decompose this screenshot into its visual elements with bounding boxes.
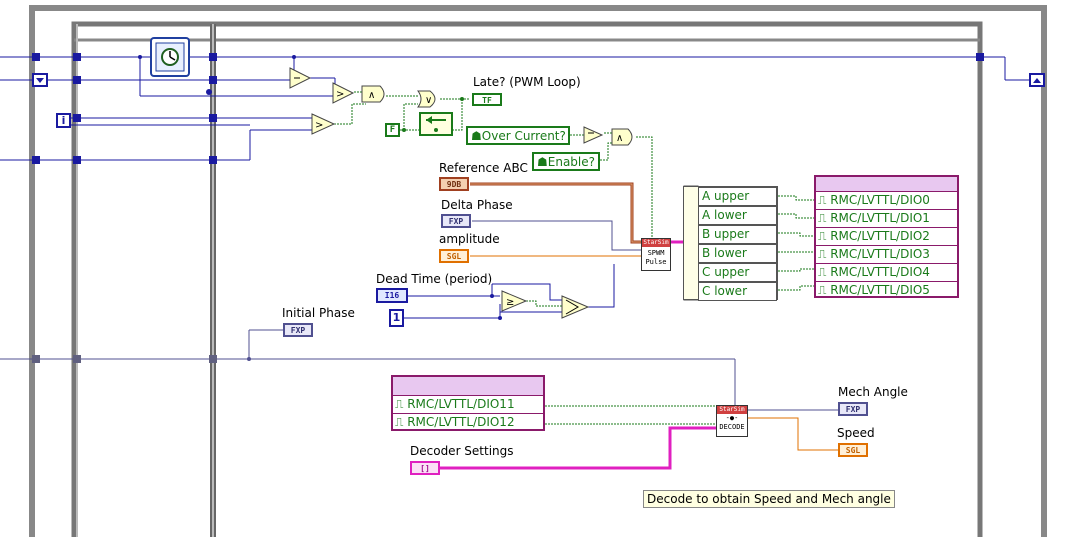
late-indicator[interactable]: TF: [472, 93, 502, 106]
greater-than-node-2-icon[interactable]: >: [311, 113, 336, 135]
initial-phase-indicator[interactable]: FXP: [283, 323, 313, 337]
dio-output-row[interactable]: ⎍ RMC/LVTTL/DIO3: [816, 246, 957, 264]
or-node-icon[interactable]: ∨: [417, 90, 436, 108]
shift-register-right-icon[interactable]: [1029, 73, 1045, 87]
cluster-field: B lower: [698, 244, 777, 263]
svg-text:∧: ∧: [368, 90, 375, 101]
reference-abc-control[interactable]: 9DB: [439, 177, 469, 191]
dio-output-row[interactable]: ⎍ RMC/LVTTL/DIO2: [816, 228, 957, 246]
decoder-settings-control[interactable]: []: [410, 461, 440, 475]
and-node-icon[interactable]: ∧: [361, 85, 385, 103]
dead-time-control[interactable]: I16: [376, 288, 408, 303]
decoder-settings-label: Decoder Settings: [410, 444, 514, 458]
initial-phase-label: Initial Phase: [282, 306, 355, 320]
pulse-icon: ⎍: [818, 247, 831, 261]
pwm-cluster[interactable]: A upper A lower B upper B lower C upper …: [683, 186, 778, 301]
pulse-icon: ⎍: [818, 265, 831, 279]
pulse-icon: ⎍: [818, 211, 831, 225]
svg-text:>: >: [315, 120, 323, 131]
amplitude-label: amplitude: [439, 232, 500, 246]
amplitude-control[interactable]: SGL: [439, 249, 469, 263]
mech-angle-label: Mech Angle: [838, 385, 908, 399]
reference-abc-label: Reference ABC: [439, 161, 528, 175]
enable-local[interactable]: ☗Enable?: [532, 152, 600, 171]
delta-phase-label: Delta Phase: [441, 198, 513, 212]
cluster-field: B upper: [698, 225, 777, 244]
svg-text:>: >: [336, 89, 344, 100]
decoder-shaft-icon: -●-: [725, 414, 739, 422]
dead-time-constant[interactable]: 1: [389, 309, 404, 327]
svg-text:≥: ≥: [506, 297, 514, 308]
spwm-pulse-subvi[interactable]: StarSim SPWM Pulse: [641, 238, 671, 271]
index-terminal: i: [56, 113, 71, 128]
delta-phase-control[interactable]: FXP: [441, 214, 471, 228]
fpga-io-output-node[interactable]: ⎍ RMC/LVTTL/DIO0 ⎍ RMC/LVTTL/DIO1 ⎍ RMC/…: [814, 175, 959, 298]
pulse-icon: ⎍: [818, 229, 831, 243]
decode-comment: Decode to obtain Speed and Mech angle: [643, 490, 895, 508]
home-icon: ☗: [471, 129, 482, 143]
and-node-2-icon[interactable]: ∧: [611, 128, 633, 146]
dio-output-row[interactable]: ⎍ RMC/LVTTL/DIO4: [816, 264, 957, 282]
subtract-node-icon[interactable]: [289, 67, 312, 89]
dead-time-label: Dead Time (period): [376, 272, 493, 286]
speed-label: Speed: [837, 426, 875, 440]
fpga-io-input-node[interactable]: ⎍ RMC/LVTTL/DIO11 ⎍ RMC/LVTTL/DIO12: [391, 375, 545, 431]
dio-input-row[interactable]: ⎍ RMC/LVTTL/DIO11: [393, 396, 543, 414]
cluster-field: A upper: [698, 187, 777, 206]
dio-input-row[interactable]: ⎍ RMC/LVTTL/DIO12: [393, 414, 543, 431]
greater-than-node-icon[interactable]: >: [332, 82, 355, 104]
over-current-local[interactable]: ☗Over Current?: [466, 126, 570, 145]
late-label: Late? (PWM Loop): [473, 75, 581, 89]
decode-subvi[interactable]: StarSim -●- DECODE: [716, 405, 748, 437]
pulse-icon: ⎍: [818, 193, 831, 207]
dio-output-row[interactable]: ⎍ RMC/LVTTL/DIO1: [816, 210, 957, 228]
cluster-field: C lower: [698, 282, 777, 301]
svg-text:∨: ∨: [425, 95, 432, 106]
speed-indicator[interactable]: SGL: [838, 443, 868, 457]
feedback-node-icon[interactable]: [419, 112, 453, 136]
pulse-icon: ⎍: [395, 397, 408, 411]
shift-register-left-icon[interactable]: [32, 73, 48, 87]
pulse-icon: ⎍: [395, 415, 408, 429]
svg-text:∧: ∧: [616, 133, 623, 144]
dio-output-row[interactable]: ⎍ RMC/LVTTL/DIO0: [816, 192, 957, 210]
pulse-icon: ⎍: [818, 283, 831, 297]
not-node-icon[interactable]: [583, 126, 604, 144]
greater-or-equal-node-icon[interactable]: ≥: [501, 290, 528, 312]
loop-timer-icon[interactable]: [150, 37, 190, 77]
false-constant[interactable]: F: [385, 123, 400, 137]
cluster-field: C upper: [698, 263, 777, 282]
mech-angle-indicator[interactable]: FXP: [838, 402, 868, 416]
home-icon: ☗: [537, 155, 548, 169]
select-node-icon[interactable]: [561, 295, 590, 319]
dio-output-row[interactable]: ⎍ RMC/LVTTL/DIO5: [816, 282, 957, 299]
cluster-field: A lower: [698, 206, 777, 225]
